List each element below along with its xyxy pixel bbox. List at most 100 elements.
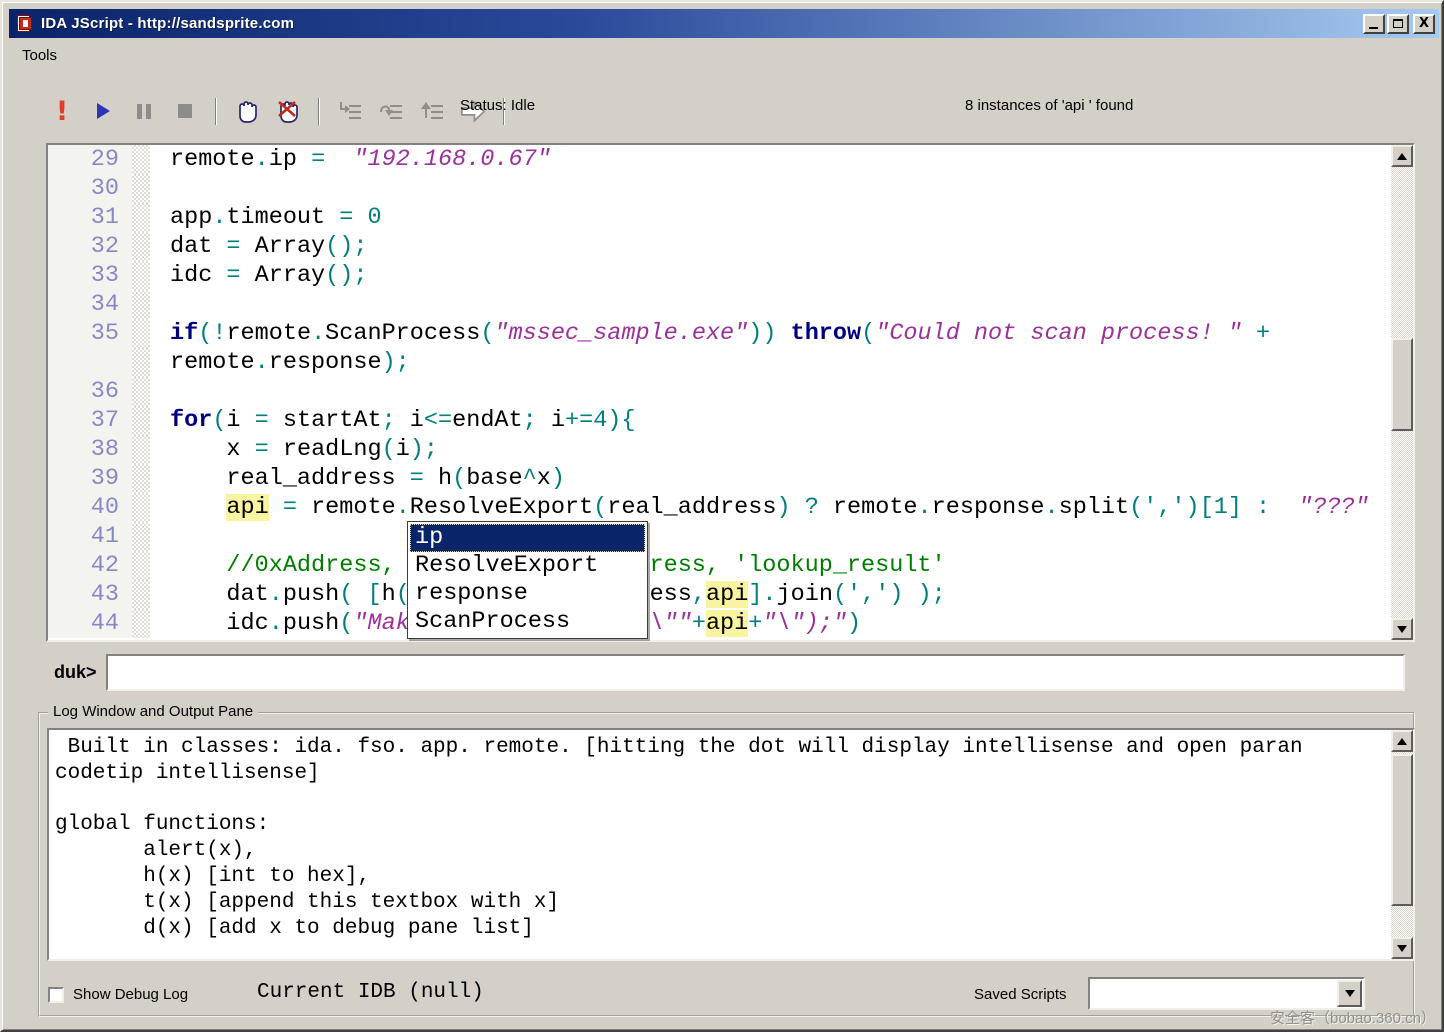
step-into-icon: [337, 98, 364, 125]
scrollbar-thumb[interactable]: [1391, 754, 1413, 906]
window-controls: X: [1363, 14, 1435, 34]
step-over-button[interactable]: [377, 97, 405, 125]
log-line: Built in classes: ida. fso. app. remote.…: [55, 735, 1389, 761]
console-input[interactable]: [106, 654, 1405, 691]
code-row[interactable]: 42 //0xAddress, h(x), i, real_address, '…: [48, 551, 1391, 580]
code-line[interactable]: [150, 290, 170, 319]
combobox-dropdown-button[interactable]: [1337, 980, 1362, 1007]
code-row[interactable]: 43 dat.push( [h(base^x),real_address,api…: [48, 580, 1391, 609]
arrow-down-icon: [1397, 626, 1407, 633]
intellisense-item[interactable]: ResolveExport: [410, 552, 645, 580]
hand-delete-icon: [275, 98, 302, 125]
code-row[interactable]: 41: [48, 522, 1391, 551]
code-row[interactable]: 30: [48, 174, 1391, 203]
line-number: 39: [48, 464, 132, 493]
step-out-button[interactable]: [418, 97, 446, 125]
gutter-divider: [132, 406, 150, 435]
log-line: alert(x),: [55, 838, 1389, 864]
stop-button[interactable]: [171, 97, 199, 125]
intellisense-item[interactable]: response: [410, 580, 645, 608]
code-line[interactable]: for(i = startAt; i<=endAt; i+=4){: [150, 406, 636, 435]
close-button[interactable]: X: [1413, 14, 1435, 34]
intellisense-item[interactable]: ScanProcess: [410, 608, 645, 636]
gutter-divider: [132, 551, 150, 580]
line-number: 38: [48, 435, 132, 464]
titlebar[interactable]: IDA JScript - http://sandsprite.com X: [9, 9, 1439, 38]
arrow-up-icon: [1397, 738, 1407, 745]
code-row[interactable]: 44 idc.push("MakeName(real_addr, \""+api…: [48, 609, 1391, 638]
code-line[interactable]: app.timeout = 0: [150, 203, 382, 232]
code-row[interactable]: 40 api = remote.ResolveExport(real_addre…: [48, 493, 1391, 522]
code-line[interactable]: remote.ip = "192.168.0.67": [150, 145, 551, 174]
code-line[interactable]: [150, 522, 170, 551]
code-row[interactable]: 37for(i = startAt; i<=endAt; i+=4){: [48, 406, 1391, 435]
code-editor[interactable]: 29remote.ip = "192.168.0.67"3031 app.time…: [46, 143, 1415, 642]
clear-breakpoints-button[interactable]: [274, 97, 302, 125]
log-line: global functions:: [55, 812, 1389, 838]
log-scrollbar[interactable]: [1391, 730, 1413, 959]
editor-scrollbar[interactable]: [1391, 145, 1413, 640]
code-row[interactable]: 39 real_address = h(base^x): [48, 464, 1391, 493]
search-instances-text: 8 instances of 'api ' found: [965, 97, 1133, 114]
menu-tools[interactable]: Tools: [14, 45, 65, 66]
run-script-button[interactable]: !: [48, 97, 76, 125]
toggle-breakpoint-button[interactable]: [233, 97, 261, 125]
play-button[interactable]: [89, 97, 117, 125]
line-number: [48, 348, 132, 377]
code-line[interactable]: [150, 174, 170, 203]
gutter-divider: [132, 609, 150, 638]
pause-button[interactable]: [130, 97, 158, 125]
app-window: IDA JScript - http://sandsprite.com X To…: [0, 0, 1444, 1032]
log-groupbox-title: Log Window and Output Pane: [48, 703, 258, 720]
scroll-down-button[interactable]: [1391, 618, 1413, 640]
code-row[interactable]: 33 idc = Array();: [48, 261, 1391, 290]
code-line[interactable]: idc = Array();: [150, 261, 367, 290]
show-debug-log-checkbox[interactable]: [48, 987, 64, 1003]
intellisense-dropdown: ipResolveExportresponseScanProcess: [407, 521, 648, 639]
scroll-up-button[interactable]: [1391, 730, 1413, 752]
log-window[interactable]: Built in classes: ida. fso. app. remote.…: [47, 728, 1415, 961]
arrow-down-icon: [1397, 945, 1407, 952]
step-over-icon: [378, 98, 405, 125]
code-line[interactable]: real_address = h(base^x): [150, 464, 565, 493]
scroll-down-button[interactable]: [1391, 937, 1413, 959]
step-into-button[interactable]: [336, 97, 364, 125]
log-line: d(x) [add x to debug pane list]: [55, 916, 1389, 942]
hand-icon: [234, 98, 261, 125]
console-prompt-label: duk>: [54, 662, 97, 683]
scroll-up-button[interactable]: [1391, 145, 1413, 167]
code-line[interactable]: if(!remote.ScanProcess("mssec_sample.exe…: [150, 319, 1270, 348]
code-line[interactable]: x = readLng(i);: [150, 435, 438, 464]
code-row[interactable]: 34: [48, 290, 1391, 319]
line-number: 41: [48, 522, 132, 551]
line-number: 43: [48, 580, 132, 609]
log-text: Built in classes: ida. fso. app. remote.…: [49, 730, 1389, 959]
stop-icon: [178, 104, 192, 118]
minimize-button[interactable]: [1363, 14, 1385, 34]
intellisense-item[interactable]: ip: [410, 524, 645, 552]
code-row[interactable]: remote.response);: [48, 348, 1391, 377]
saved-scripts-combobox[interactable]: [1088, 977, 1365, 1010]
code-row[interactable]: 35if(!remote.ScanProcess("mssec_sample.e…: [48, 319, 1391, 348]
arrow-down-icon: [1345, 990, 1355, 997]
line-number: 31: [48, 203, 132, 232]
intellisense-list: ipResolveExportresponseScanProcess: [410, 524, 645, 636]
code-row[interactable]: 38 x = readLng(i);: [48, 435, 1391, 464]
code-row[interactable]: 31 app.timeout = 0: [48, 203, 1391, 232]
code-line[interactable]: remote.response);: [150, 348, 410, 377]
toolbar: !: [48, 94, 508, 128]
scrollbar-thumb[interactable]: [1391, 338, 1413, 431]
watermark-text: 安全客（bobao.360.cn）: [1270, 1007, 1436, 1028]
maximize-button[interactable]: [1387, 14, 1409, 34]
line-number: 33: [48, 261, 132, 290]
code-row[interactable]: 32dat = Array();: [48, 232, 1391, 261]
code-line[interactable]: api = remote.ResolveExport(real_address)…: [150, 493, 1369, 522]
gutter-divider: [132, 522, 150, 551]
code-row[interactable]: 29remote.ip = "192.168.0.67": [48, 145, 1391, 174]
code-line[interactable]: dat = Array();: [150, 232, 367, 261]
code-rows[interactable]: 29remote.ip = "192.168.0.67"3031 app.time…: [48, 145, 1391, 640]
line-number: 42: [48, 551, 132, 580]
code-line[interactable]: [150, 377, 170, 406]
code-row[interactable]: 36: [48, 377, 1391, 406]
gutter-divider: [132, 290, 150, 319]
